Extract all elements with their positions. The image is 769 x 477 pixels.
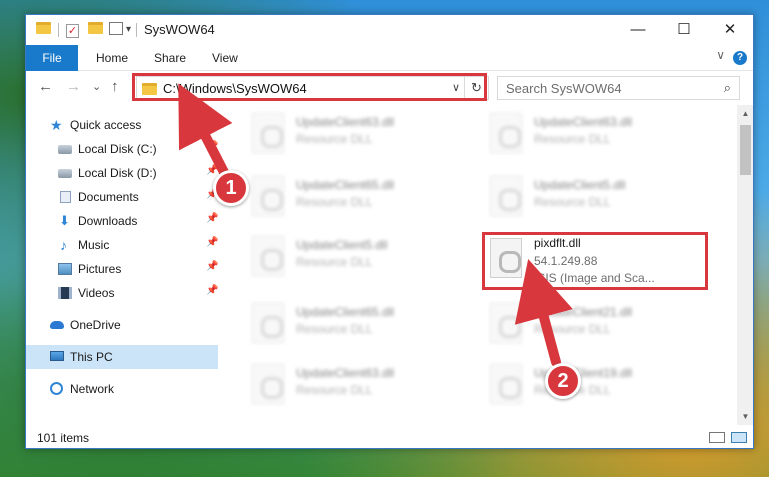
annotation-arrows (178, 83, 573, 367)
arrow-to-address (178, 83, 233, 185)
arrow-to-file (514, 259, 573, 367)
step-1-badge: 1 (213, 170, 249, 206)
step-2-badge: 2 (545, 363, 581, 399)
